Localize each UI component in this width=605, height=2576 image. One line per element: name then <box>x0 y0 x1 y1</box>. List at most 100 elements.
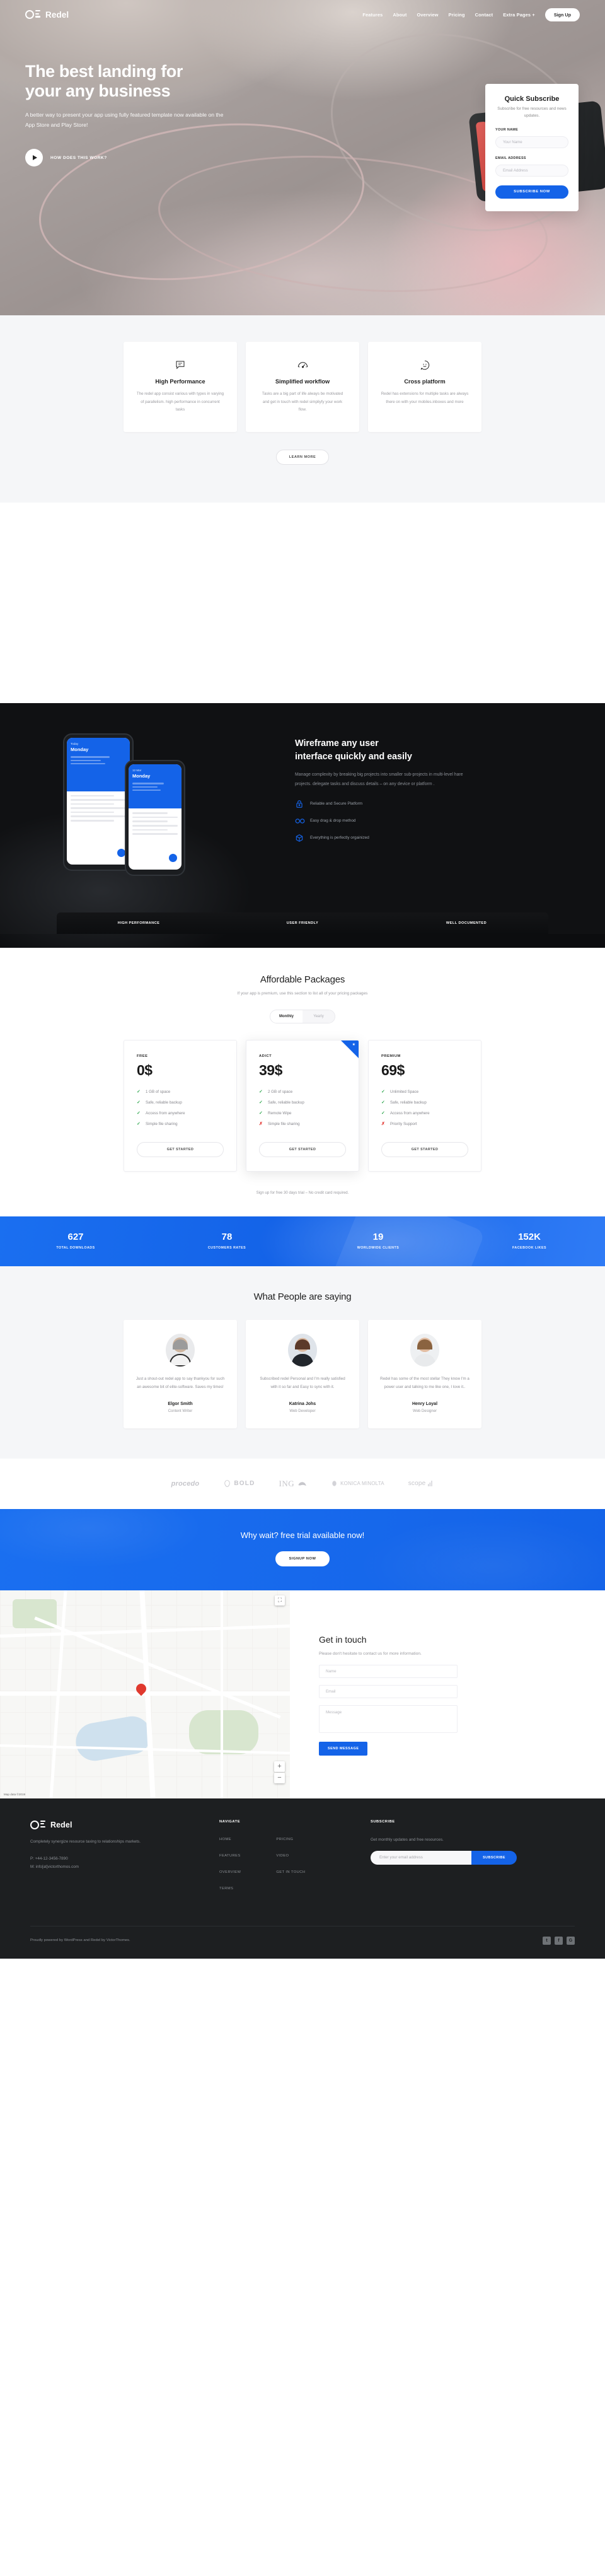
toggle-yearly[interactable]: Yearly <box>302 1010 335 1023</box>
footer-link-pricing[interactable]: PRICING <box>276 1838 305 1841</box>
signup-button[interactable]: Sign Up <box>544 8 580 21</box>
billing-period-toggle[interactable]: Monthly Yearly <box>270 1010 335 1024</box>
get-started-button[interactable]: GET STARTED <box>259 1142 346 1158</box>
map-location-pin-icon[interactable] <box>134 1681 149 1698</box>
plan-features: ✓ 2 GB of space ✓ Safe, reliable backup ✓ R… <box>259 1089 346 1127</box>
tab-well-documented[interactable]: WELL DOCUMENTED <box>384 912 548 934</box>
hero-section: Redel Features About Overview Pricing Co… <box>0 0 605 315</box>
cta-title: Why wait? free trial available now! <box>240 1530 365 1540</box>
footer-email-input[interactable] <box>371 1850 471 1865</box>
subscribe-email-input[interactable] <box>495 164 568 177</box>
feature-card: Cross platform Redel has extensions for … <box>368 342 481 433</box>
footer-nav-col-1: HOME FEATURES OVERVIEW TERMS <box>219 1838 241 1903</box>
main-navigation: Redel Features About Overview Pricing Co… <box>0 0 605 29</box>
lock-icon <box>295 800 304 808</box>
wireframe-subtitle: Manage complexity by breaking big projec… <box>295 772 463 787</box>
footer-social-links: t f G <box>543 1936 575 1945</box>
plan-feature-label: Safe, reliable backup <box>268 1100 304 1105</box>
footer-contact-info: P: +44-12-3456-7890 M: info[at]victortho… <box>30 1855 219 1871</box>
tab-high-performance[interactable]: HIGH PERFORMANCE <box>57 912 221 934</box>
plan-name: PREMIUM <box>381 1054 401 1059</box>
footer-link-overview[interactable]: OVERVIEW <box>219 1870 241 1874</box>
logo-label: scope <box>408 1480 426 1488</box>
footer-link-video[interactable]: VIDEO <box>276 1854 305 1858</box>
map[interactable]: ⛶ + − Map data ©2019 <box>0 1590 290 1798</box>
wireframe-copy: Wireframe any user interface quickly and… <box>295 733 575 891</box>
google-plus-icon[interactable]: G <box>567 1936 575 1945</box>
check-icon: ✓ <box>381 1111 385 1116</box>
plan-feature: ✗ Simple file sharing <box>259 1121 346 1127</box>
learn-more-button[interactable]: LEARN MORE <box>275 450 330 465</box>
map-zoom-out-button[interactable]: − <box>274 1772 285 1783</box>
nav-item-features[interactable]: Features <box>362 12 383 18</box>
play-video-button[interactable] <box>25 149 43 167</box>
avatar <box>288 1334 317 1367</box>
nav-item-about[interactable]: About <box>393 12 406 18</box>
nav-item-pricing[interactable]: Pricing <box>449 12 465 18</box>
tab-user-friendly[interactable]: USER FRIENDLY <box>221 912 384 934</box>
testimonial-card: Redel has some of the most stellar They … <box>368 1320 481 1428</box>
contact-email-input[interactable] <box>319 1685 458 1699</box>
footer-link-home[interactable]: HOME <box>219 1838 241 1841</box>
plan-feature: ✓ Safe, reliable backup <box>259 1100 346 1105</box>
footer-brand-name: Redel <box>50 1820 72 1829</box>
testimonial-card: Just a shout-out redel app to say thanky… <box>124 1320 237 1428</box>
plan-feature: ✓ Access from anywhere <box>381 1110 468 1116</box>
stat-value: 78 <box>221 1232 233 1243</box>
brand-logo[interactable]: Redel <box>25 9 69 20</box>
contact-message-input[interactable] <box>319 1705 458 1734</box>
features-section: High Performance The redel app consist v… <box>0 315 605 503</box>
send-message-button[interactable]: SEND MESSAGE <box>319 1742 368 1756</box>
pricing-card-free: FREE 0$ ✓ 1 GB of space ✓ Safe, reliable b… <box>124 1040 237 1172</box>
footer-link-terms[interactable]: TERMS <box>219 1887 241 1891</box>
stat-total-downloads: 627 TOTAL DOWNLOADS <box>0 1232 151 1250</box>
signup-now-button[interactable]: SIGNUP NOW <box>275 1551 330 1566</box>
plan-feature: ✓ Simple file sharing <box>137 1121 224 1127</box>
subscribe-now-button[interactable]: SUBSCRIBE NOW <box>495 185 568 199</box>
footer-brand: Redel Completely synergize resource taxi… <box>30 1820 219 1903</box>
testimonial-card: Subscribed redel Personal and I'm really… <box>246 1320 359 1428</box>
plan-feature: ✓ Unlimited Space <box>381 1089 468 1095</box>
plan-feature-label: Access from anywhere <box>390 1110 430 1116</box>
stat-value: 627 <box>67 1232 84 1243</box>
testimonial-text: Just a shout-out redel app to say thanky… <box>135 1377 225 1389</box>
pricing-grid: FREE 0$ ✓ 1 GB of space ✓ Safe, reliable b… <box>0 1040 605 1172</box>
testimonial-name: Elgor Smith <box>168 1401 193 1406</box>
nav-item-overview[interactable]: Overview <box>417 12 438 18</box>
footer-link-get-in-touch[interactable]: GET IN TOUCH <box>276 1870 305 1874</box>
footer-subscribe-button[interactable]: SUBSCRIBE <box>471 1850 517 1865</box>
logo-bold: BOLD <box>223 1479 255 1488</box>
map-zoom-in-button[interactable]: + <box>274 1761 285 1772</box>
plan-price: 39$ <box>259 1062 282 1079</box>
phone-mockup-large: Today Monday <box>63 733 134 871</box>
nav-item-extra-pages[interactable]: Extra Pages + <box>503 12 535 18</box>
bold-mark-icon <box>224 1480 231 1487</box>
avatar <box>166 1334 195 1367</box>
list-item: Everything is perfectly orgainized <box>295 834 575 842</box>
footer-link-features[interactable]: FEATURES <box>219 1854 241 1858</box>
speedometer-icon <box>258 358 347 372</box>
nav-item-contact[interactable]: Contact <box>475 12 493 18</box>
plan-feature-label: Simple file sharing <box>146 1121 178 1126</box>
map-fullscreen-button[interactable]: ⛶ <box>275 1595 285 1606</box>
phone-fab-icon <box>169 854 177 863</box>
hero-cta[interactable]: HOW DOES THIS WORK? <box>25 149 328 167</box>
footer-logo[interactable]: Redel <box>30 1820 219 1830</box>
contact-title: Get in touch <box>319 1634 367 1645</box>
trial-note: Sign up for free 30 days trial – No cred… <box>256 1191 349 1196</box>
subscribe-name-input[interactable] <box>495 136 568 148</box>
phone-mockup-small: 12 Mar Monday <box>125 760 185 877</box>
check-icon: ✓ <box>381 1090 385 1095</box>
toggle-monthly[interactable]: Monthly <box>270 1010 302 1023</box>
facebook-icon[interactable]: f <box>555 1936 563 1945</box>
get-started-button[interactable]: GET STARTED <box>381 1142 468 1158</box>
hero-subtitle: A better way to present your app using f… <box>25 111 224 128</box>
contact-name-input[interactable] <box>319 1665 458 1679</box>
subscribe-title: Quick Subscribe <box>504 95 560 103</box>
testimonials-grid: Just a shout-out redel app to say thanky… <box>0 1320 605 1428</box>
stat-facebook-likes: 152K FACEBOOK LIKES <box>454 1232 605 1250</box>
twitter-icon[interactable]: t <box>543 1936 551 1945</box>
plan-feature-label: Safe, reliable backup <box>390 1100 427 1105</box>
testimonials-section: What People are saying Just a shout-out … <box>0 1266 605 1459</box>
get-started-button[interactable]: GET STARTED <box>137 1142 224 1158</box>
